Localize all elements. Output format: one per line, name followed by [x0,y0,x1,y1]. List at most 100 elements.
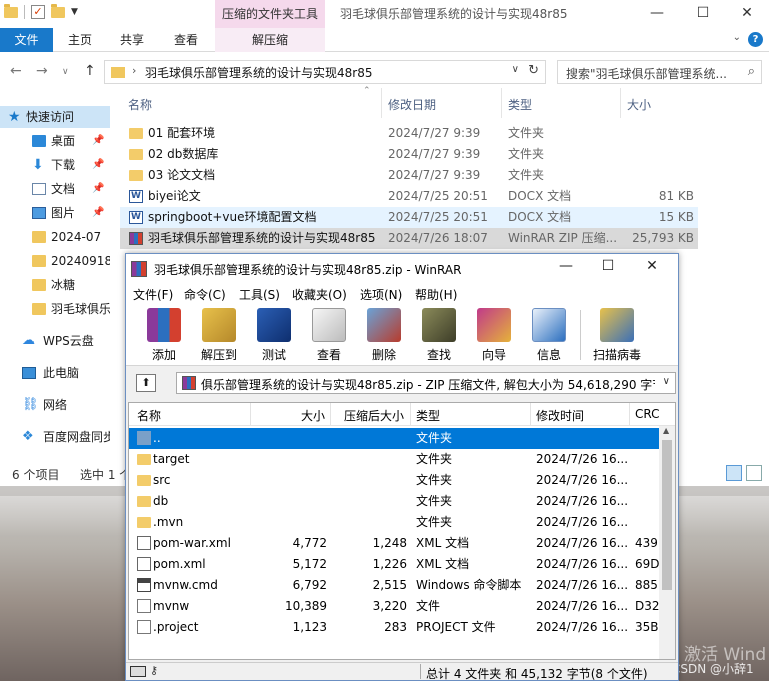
tab-home[interactable]: 主页 [56,28,104,52]
nav-item-network[interactable]: ⛓ 网络 [0,394,110,416]
folder-icon[interactable] [4,3,18,18]
nav-item-20240918[interactable]: 20240918 [0,250,110,272]
archive-row[interactable]: src 文件夹 2024/7/26 16... [129,470,659,491]
new-folder-icon[interactable] [51,3,65,18]
extract-to-button[interactable]: 解压到 [193,306,245,364]
view-button[interactable]: 查看 [303,306,355,364]
archive-row[interactable]: mvnw 10,389 3,220 文件 2024/7/26 16... D32 [129,596,660,617]
divider[interactable] [330,403,331,426]
maximize-button[interactable]: ☐ [680,0,726,28]
column-name[interactable]: 名称 [128,96,152,113]
file-row[interactable]: W biyei论文 2024/7/25 20:51 DOCX 文档 81 KB [120,186,698,207]
archive-row[interactable]: target 文件夹 2024/7/26 16... [129,449,659,470]
divider[interactable] [530,403,531,426]
pin-icon[interactable]: 📌 [92,130,104,152]
properties-icon[interactable]: ✓ [31,5,45,19]
archive-row[interactable]: pom-war.xml 4,772 1,248 XML 文档 2024/7/26… [129,533,659,554]
divider[interactable] [620,88,621,118]
search-input[interactable]: 搜索"羽毛球俱乐部管理系统... ⌕ [557,60,762,84]
column-packed[interactable]: 压缩后大小 [344,407,404,424]
pin-icon[interactable]: 📌 [92,154,104,176]
nav-item-badminton[interactable]: 羽毛球俱乐 [0,298,110,320]
nav-item-bingtang[interactable]: 冰糖 [0,274,110,296]
scroll-up-icon[interactable]: ▲ [663,426,669,435]
chevron-down-icon[interactable]: ∨ [663,376,670,387]
menu-help[interactable]: 帮助(H) [415,286,457,303]
test-button[interactable]: 测试 [248,306,300,364]
menu-tools[interactable]: 工具(S) [239,286,280,303]
nav-item-quick-access[interactable]: ★ 快速访问 [0,106,110,128]
tab-share[interactable]: 共享 [108,28,156,52]
divider[interactable] [250,403,251,426]
forward-arrow-icon[interactable]: → [36,63,48,79]
key-icon[interactable]: ⚷ [150,664,158,677]
column-date[interactable]: 修改日期 [388,96,436,113]
help-icon[interactable]: ? [748,32,763,47]
nav-item-wps-cloud[interactable]: ☁ WPS云盘 [0,330,110,352]
nav-item-2024-07[interactable]: 2024-07 [0,226,110,248]
vertical-scrollbar[interactable]: ▲ [659,426,675,659]
tab-file[interactable]: 文件 [0,28,53,52]
divider[interactable] [410,403,411,426]
find-button[interactable]: 查找 [413,306,465,364]
column-modified[interactable]: 修改时间 [536,407,584,424]
address-bar[interactable]: › 羽毛球俱乐部管理系统的设计与实现48r85 ∨ ↻ [104,60,546,84]
archive-row[interactable]: db 文件夹 2024/7/26 16... [129,491,659,512]
archive-row[interactable]: .. 文件夹 [129,428,659,449]
nav-item-this-pc[interactable]: 此电脑 [0,362,110,384]
customize-dropdown-icon[interactable]: ▼ [71,7,78,17]
breadcrumb[interactable]: 羽毛球俱乐部管理系统的设计与实现48r85 [145,64,372,81]
archive-row[interactable]: .mvn 文件夹 2024/7/26 16... [129,512,659,533]
file-row[interactable]: 03 论文文档 2024/7/27 9:39 文件夹 [120,165,698,186]
add-button[interactable]: 添加 [138,306,190,364]
menu-file[interactable]: 文件(F) [133,286,173,303]
close-button[interactable]: ✕ [632,258,672,274]
column-size[interactable]: 大小 [301,407,325,424]
file-row[interactable]: 01 配套环境 2024/7/27 9:39 文件夹 [120,123,698,144]
delete-button[interactable]: 删除 [358,306,410,364]
wizard-button[interactable]: 向导 [468,306,520,364]
back-arrow-icon[interactable]: ← [10,63,22,79]
large-icons-view-icon[interactable] [746,465,762,481]
tab-view[interactable]: 查看 [162,28,210,52]
minimize-button[interactable]: — [546,258,586,274]
nav-item-desktop[interactable]: 桌面 📌 [0,130,110,152]
chevron-down-icon[interactable]: ∨ [512,64,519,75]
column-size[interactable]: 大小 [627,96,651,113]
search-icon[interactable]: ⌕ [748,64,755,79]
refresh-icon[interactable]: ↻ [528,63,539,78]
divider[interactable] [629,403,630,426]
menu-favorites[interactable]: 收藏夹(O) [292,286,347,303]
breadcrumb-chevron-icon[interactable]: › [132,64,136,77]
archive-row[interactable]: .project 1,123 283 PROJECT 文件 2024/7/26 … [129,617,659,638]
nav-item-pictures[interactable]: 图片 📌 [0,202,110,224]
file-row[interactable]: W springboot+vue环境配置文档 2024/7/25 20:51 D… [120,207,698,228]
minimize-button[interactable]: — [634,0,680,28]
menu-commands[interactable]: 命令(C) [184,286,226,303]
virus-scan-button[interactable]: 扫描病毒 [588,306,646,364]
file-row[interactable]: 02 db数据库 2024/7/27 9:39 文件夹 [120,144,698,165]
column-crc[interactable]: CRC [635,407,660,421]
details-view-icon[interactable] [726,465,742,481]
column-type[interactable]: 类型 [508,96,532,113]
column-name[interactable]: 名称 [137,407,161,424]
archive-row[interactable]: mvnw.cmd 6,792 2,515 Windows 命令脚本 2024/7… [129,575,659,596]
up-folder-button[interactable]: ⬆ [136,374,156,392]
drive-icon[interactable] [130,666,146,677]
divider[interactable] [501,88,502,118]
file-row[interactable]: 羽毛球俱乐部管理系统的设计与实现48r85 2024/7/26 18:07 Wi… [120,228,698,249]
archive-path-dropdown[interactable]: 俱乐部管理系统的设计与实现48r85.zip - ZIP 压缩文件, 解包大小为… [176,372,676,394]
pin-icon[interactable]: 📌 [92,202,104,224]
menu-options[interactable]: 选项(N) [360,286,402,303]
archive-row[interactable]: pom.xml 5,172 1,226 XML 文档 2024/7/26 16.… [129,554,660,575]
pin-icon[interactable]: 📌 [92,178,104,200]
chevron-down-icon[interactable]: ⌄ [733,32,741,43]
close-button[interactable]: ✕ [724,0,769,28]
divider[interactable] [381,88,382,118]
column-type[interactable]: 类型 [416,407,440,424]
scrollbar-thumb[interactable] [662,440,672,590]
recent-dropdown-icon[interactable]: ∨ [62,67,69,77]
nav-item-documents[interactable]: 文档 📌 [0,178,110,200]
nav-item-baidu-sync[interactable]: ❖ 百度网盘同步 [0,426,110,448]
up-arrow-icon[interactable]: ↑ [84,63,96,79]
